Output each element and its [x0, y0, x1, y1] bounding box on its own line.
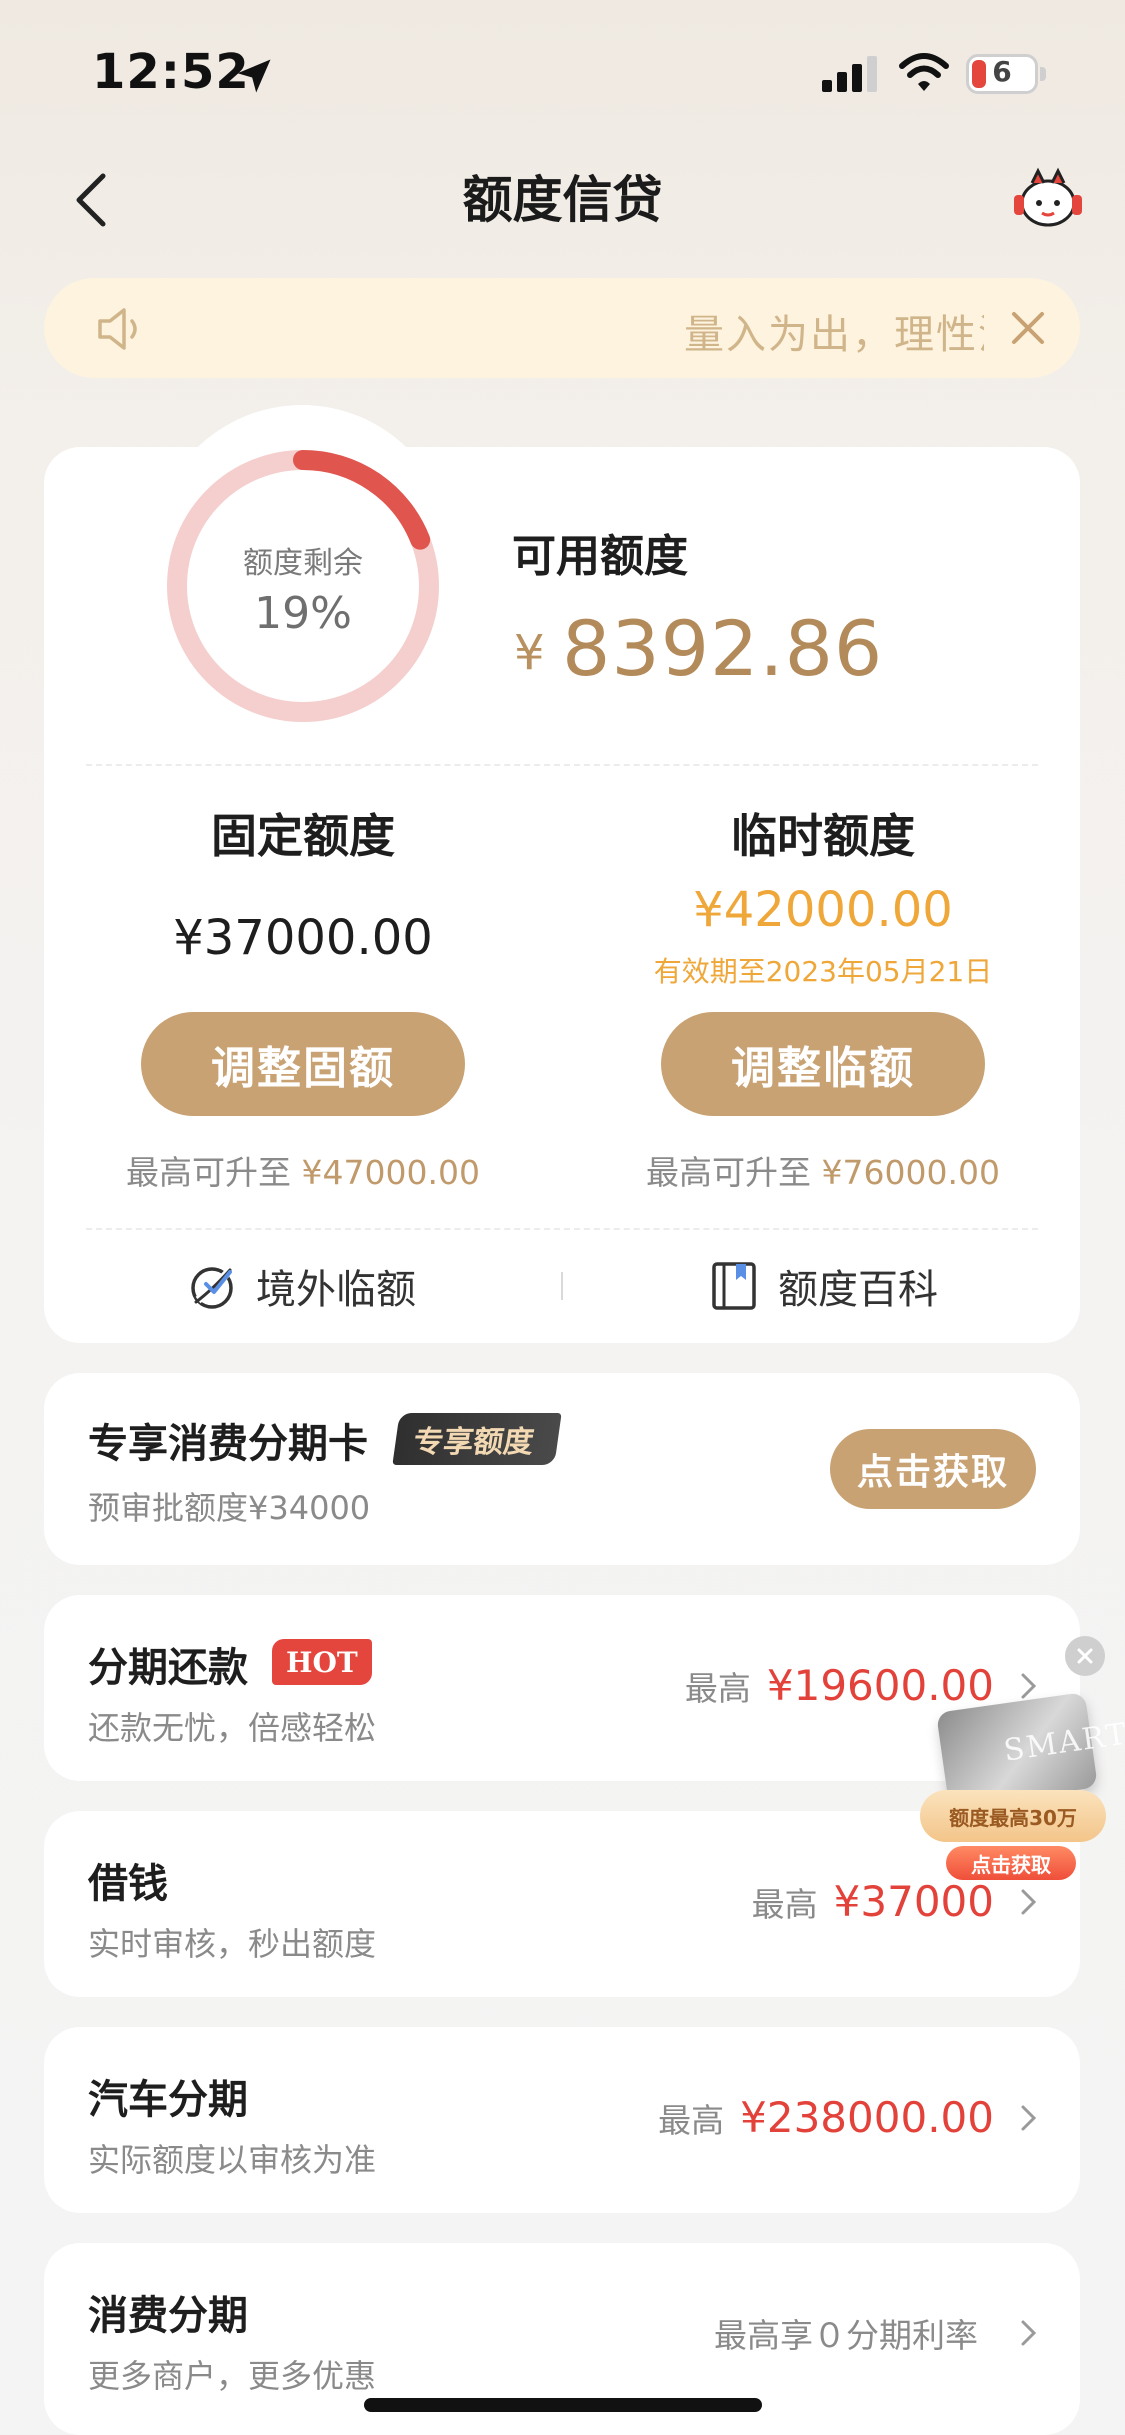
product-limit-prefix: 最高享０分期利率 — [714, 2316, 978, 2355]
product-limit-prefix: 最高 — [751, 1884, 818, 1924]
customer-service-mascot-icon[interactable] — [1010, 165, 1086, 231]
hot-badge: HOT — [272, 1639, 372, 1685]
battery-icon: 6 — [966, 54, 1046, 94]
product-title: 借钱 — [88, 1861, 168, 1907]
fixed-max-amount: ¥47000.00 — [301, 1153, 480, 1192]
product-title: 消费分期 — [88, 2293, 248, 2339]
temporary-limit-max: 最高可升至 ¥76000.00 — [588, 1146, 1058, 1194]
temporary-limit-expiry: 有效期至2023年05月21日 — [653, 955, 993, 988]
ring-percent: 19% — [254, 588, 352, 639]
available-credit-amount: 8392.86 — [562, 604, 884, 693]
product-limit-value: ¥238000.00 — [740, 2093, 994, 2142]
cellular-signal-icon — [822, 56, 877, 92]
notice-close-button[interactable] — [1004, 304, 1052, 352]
exclusive-card-subtitle: 预审批额度¥34000 — [88, 1489, 371, 1527]
promo-close-button[interactable] — [1065, 1636, 1105, 1676]
temporary-max-prefix: 最高可升至 — [646, 1153, 812, 1192]
fixed-limit-title: 固定额度 — [211, 809, 395, 863]
adjust-fixed-limit-button[interactable]: 调整固额 — [141, 1012, 465, 1116]
link-divider — [561, 1272, 563, 1300]
promo-ribbon: 额度最高30万 — [920, 1790, 1106, 1842]
list-item-car-installment[interactable]: 汽车分期 实际额度以审核为准 最高 ¥238000.00 — [44, 2027, 1080, 2213]
battery-level: 6 — [992, 55, 1012, 88]
divider — [86, 764, 1038, 766]
temporary-limit-title: 临时额度 — [731, 809, 915, 863]
product-limit-prefix: 最高 — [658, 2100, 725, 2140]
ring-label: 额度剩余 — [243, 546, 363, 581]
close-icon — [1077, 1648, 1093, 1664]
chevron-right-icon — [1021, 2320, 1037, 2346]
notice-bar: 量入为出，理性消费 — [44, 278, 1080, 378]
chevron-right-icon — [1021, 1889, 1037, 1914]
home-indicator — [364, 2398, 762, 2412]
overseas-link-label: 境外临额 — [256, 1267, 416, 1313]
chevron-right-icon — [1021, 2105, 1037, 2130]
remaining-credit-ring — [167, 450, 439, 722]
location-arrow-icon — [237, 59, 271, 93]
product-subtitle: 还款无忧，倍感轻松 — [88, 1709, 377, 1747]
close-icon — [1012, 312, 1044, 344]
fixed-limit-max: 最高可升至 ¥47000.00 — [68, 1146, 538, 1194]
product-subtitle: 更多商户，更多优惠 — [88, 2357, 377, 2395]
fixed-max-prefix: 最高可升至 — [126, 1153, 292, 1192]
credit-wiki-link[interactable]: 额度百科 — [708, 1256, 938, 1316]
wiki-link-label: 额度百科 — [778, 1267, 938, 1313]
promo-get-button[interactable]: 点击获取 — [946, 1846, 1076, 1880]
overseas-temporary-limit-link[interactable]: 境外临额 — [186, 1256, 416, 1316]
promo-card-text: SMART — [1001, 1716, 1125, 1769]
get-exclusive-card-button[interactable]: 点击获取 — [830, 1429, 1036, 1509]
product-limit-prefix: 最高 — [684, 1668, 751, 1708]
exclusive-card-title: 专享消费分期卡 — [88, 1421, 368, 1467]
product-limit: 最高享０分期利率 — [714, 2309, 1040, 2357]
available-credit-label: 可用额度 — [512, 531, 688, 582]
temporary-limit-amount: ¥42000.00 — [693, 882, 953, 938]
fixed-limit-amount: ¥37000.00 — [173, 910, 433, 966]
book-icon — [712, 1262, 756, 1310]
adjust-temporary-limit-button[interactable]: 调整临额 — [661, 1012, 985, 1116]
divider — [86, 1228, 1038, 1230]
temporary-max-amount: ¥76000.00 — [821, 1153, 1000, 1192]
product-title: 分期还款 — [88, 1645, 248, 1691]
status-time: 12:52 — [92, 44, 250, 100]
product-limit: 最高 ¥238000.00 — [658, 2093, 1040, 2142]
wifi-icon — [899, 53, 949, 91]
exclusive-badge: 专享额度 — [392, 1413, 562, 1465]
notice-text: 量入为出，理性消费 — [684, 312, 984, 358]
exclusive-installment-card[interactable]: 专享消费分期卡 专享额度 预审批额度¥34000 点击获取 — [44, 1373, 1080, 1565]
product-subtitle: 实时审核，秒出额度 — [88, 1925, 377, 1963]
globe-plane-icon — [191, 1267, 233, 1309]
product-subtitle: 实际额度以审核为准 — [88, 2141, 377, 2179]
currency-symbol: ¥ — [514, 625, 545, 681]
page-title: 额度信贷 — [462, 171, 663, 229]
speaker-icon — [98, 308, 137, 350]
product-title: 汽车分期 — [88, 2077, 248, 2123]
